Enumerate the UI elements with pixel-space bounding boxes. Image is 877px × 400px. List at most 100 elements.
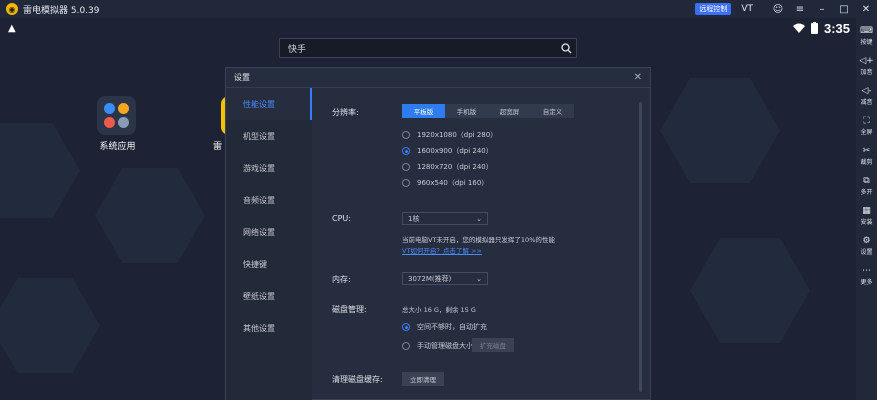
- volume-up-icon: ◁+: [859, 55, 874, 66]
- disk-info: 总大小 16 G，剩余 15 G: [402, 306, 476, 314]
- memory-label: 内存:: [332, 275, 351, 284]
- scrollbar[interactable]: [639, 102, 642, 392]
- android-status-bar: ▲ 3:35: [0, 18, 856, 38]
- disk-label: 磁盘管理:: [332, 305, 367, 314]
- keyboard-icon: ⌨: [859, 25, 873, 36]
- settings-dialog: 设置 ✕ 性能设置 机型设置 游戏设置 音频设置 网络设置 快捷键 壁纸设置 其…: [225, 67, 651, 400]
- disk-auto-option[interactable]: 空间不够时，自动扩充: [402, 322, 487, 332]
- user-icon[interactable]: ☺: [767, 0, 789, 18]
- memory-value: 3072M(推荐): [408, 274, 452, 283]
- sidebar-item-more[interactable]: ⋯ 更多: [860, 265, 872, 288]
- close-icon[interactable]: ✕: [855, 0, 877, 18]
- option-label: 手动管理磁盘大小: [417, 342, 473, 350]
- sidebar-label: 减音: [860, 99, 873, 106]
- vt-help-link[interactable]: VT如何开启？点击了解 >>: [402, 245, 482, 255]
- radio-selected-icon: [402, 323, 410, 331]
- nav-wallpaper[interactable]: 壁纸设置: [226, 280, 312, 312]
- search-input[interactable]: 快手: [288, 42, 556, 55]
- tab-tablet[interactable]: 平板版: [402, 104, 445, 118]
- clear-cache-button[interactable]: 立即清理: [402, 372, 444, 386]
- cache-label: 清理磁盘缓存:: [332, 375, 383, 384]
- bg-hex: [660, 78, 780, 183]
- disk-manual-option[interactable]: 手动管理磁盘大小: [402, 341, 473, 351]
- menu-icon[interactable]: ≡: [789, 0, 811, 18]
- minimize-icon[interactable]: –: [811, 0, 833, 18]
- expand-disk-button[interactable]: 扩充磁盘: [472, 338, 514, 352]
- gear-icon: ⚙: [862, 235, 871, 246]
- sidebar-label: 设置: [860, 249, 873, 256]
- nav-game[interactable]: 游戏设置: [226, 152, 312, 184]
- resolution-tabs: 平板版 手机版 超宽屏 自定义: [402, 104, 574, 118]
- bg-hex: [0, 278, 100, 373]
- system-apps-label[interactable]: 系统应用: [90, 139, 145, 152]
- memory-select[interactable]: 3072M(推荐) ⌄: [402, 272, 488, 285]
- clock: 3:35: [823, 20, 850, 36]
- sidebar-label: 多开: [860, 189, 873, 196]
- sidebar-label: 更多: [860, 279, 873, 286]
- resolution-option[interactable]: 1280x720（dpi 240）: [402, 162, 493, 172]
- search-bar[interactable]: 快手: [279, 38, 577, 58]
- cpu-value: 1核: [408, 214, 420, 223]
- bg-hex: [0, 123, 80, 218]
- nav-network[interactable]: 网络设置: [226, 216, 312, 248]
- sidebar-item-fullscreen[interactable]: ⛶ 全屏: [860, 115, 872, 138]
- ldstore-app-label[interactable]: 雷: [213, 139, 222, 152]
- system-apps-icon[interactable]: [97, 96, 136, 135]
- sidebar-item-volume-up[interactable]: ◁+ 加音: [859, 55, 874, 78]
- option-label: 960x540（dpi 160）: [417, 179, 489, 187]
- scissors-icon: ✂: [862, 145, 871, 156]
- sidebar-label: 加音: [860, 69, 873, 76]
- tab-custom[interactable]: 自定义: [531, 104, 574, 118]
- resolution-label: 分辨率:: [332, 108, 359, 117]
- install-icon: ▦: [862, 205, 871, 216]
- volume-down-icon: ◁-: [861, 85, 872, 96]
- vt-note: 当前电脑VT未开启，您的模拟器只发挥了10%的性能: [402, 236, 555, 244]
- cpu-label: CPU:: [332, 214, 351, 223]
- sidebar-item-keys[interactable]: ⌨ 按键: [859, 25, 873, 48]
- resolution-option[interactable]: 960x540（dpi 160）: [402, 178, 488, 188]
- title-bar: ◉ 雷电模拟器 5.0.39 远程控制 VT ☺ ≡ – □ ✕: [0, 0, 877, 18]
- option-label: 空间不够时，自动扩充: [417, 323, 487, 331]
- radio-icon: [402, 131, 410, 139]
- nav-shortcuts[interactable]: 快捷键: [226, 248, 312, 280]
- notification-a-icon: ▲: [8, 22, 16, 34]
- nav-model[interactable]: 机型设置: [226, 120, 312, 152]
- radio-icon: [402, 163, 410, 171]
- sidebar-item-volume-down[interactable]: ◁- 减音: [860, 85, 872, 108]
- remote-control-badge[interactable]: 远程控制: [695, 3, 732, 15]
- resolution-option[interactable]: 1600x900（dpi 240）: [402, 146, 493, 156]
- fullscreen-icon: ⛶: [863, 115, 870, 126]
- sidebar-item-settings[interactable]: ⚙ 设置: [860, 235, 872, 258]
- sidebar-item-multi[interactable]: ⧉ 多开: [860, 175, 872, 198]
- sidebar-label: 按键: [860, 39, 873, 46]
- vt-indicator[interactable]: VT: [741, 4, 753, 14]
- tab-ultrawide[interactable]: 超宽屏: [488, 104, 531, 118]
- bg-hex: [690, 238, 810, 343]
- nav-other[interactable]: 其他设置: [226, 312, 312, 344]
- more-icon: ⋯: [861, 265, 871, 276]
- right-toolbar: ⌨ 按键 ◁+ 加音 ◁- 减音 ⛶ 全屏 ✂ 裁剪 ⧉ 多开 ▦ 安装 ⚙ 设置 ⋯ 更多: [856, 18, 877, 400]
- multi-window-icon: ⧉: [863, 175, 870, 186]
- radio-icon: [402, 342, 410, 350]
- radio-selected-icon: [402, 147, 410, 155]
- sidebar-item-crop[interactable]: ✂ 裁剪: [860, 145, 872, 168]
- settings-nav: 性能设置 机型设置 游戏设置 音频设置 网络设置 快捷键 壁纸设置 其他设置: [226, 88, 312, 400]
- dialog-title: 设置: [234, 73, 250, 82]
- dialog-header: 设置 ✕: [226, 68, 650, 88]
- resolution-option[interactable]: 1920x1080（dpi 280）: [402, 130, 497, 140]
- maximize-icon[interactable]: □: [833, 0, 855, 18]
- cpu-select[interactable]: 1核 ⌄: [402, 212, 488, 225]
- nav-performance[interactable]: 性能设置: [226, 88, 312, 120]
- wifi-icon: [792, 23, 805, 33]
- sidebar-item-install[interactable]: ▦ 安装: [860, 205, 872, 228]
- tab-phone[interactable]: 手机版: [445, 104, 488, 118]
- nav-audio[interactable]: 音频设置: [226, 184, 312, 216]
- option-label: 1600x900（dpi 240）: [417, 147, 493, 155]
- sidebar-label: 裁剪: [860, 159, 873, 166]
- close-icon[interactable]: ✕: [634, 72, 642, 83]
- chevron-down-icon: ⌄: [476, 214, 482, 223]
- settings-content: 分辨率: 平板版 手机版 超宽屏 自定义 1920x1080（dpi 280） …: [312, 88, 642, 400]
- sidebar-label: 安装: [860, 219, 873, 226]
- radio-icon: [402, 179, 410, 187]
- search-icon[interactable]: [556, 42, 576, 54]
